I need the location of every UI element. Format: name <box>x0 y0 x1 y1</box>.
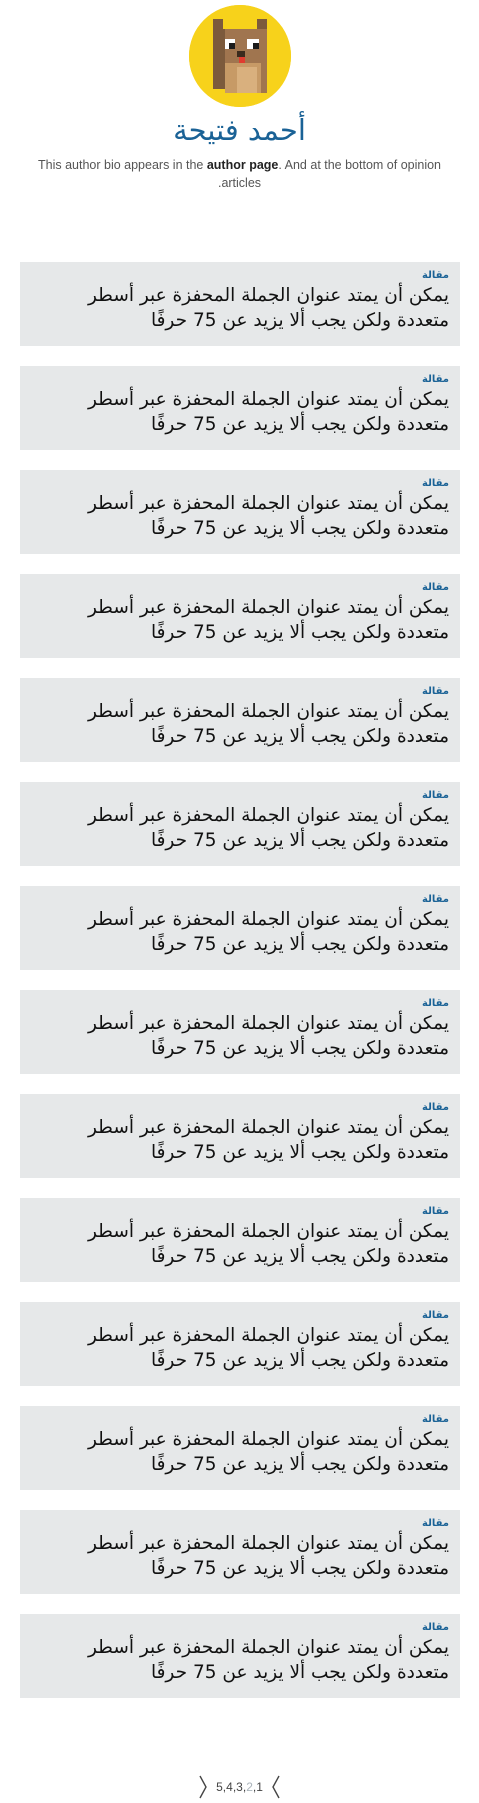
pagination: 5,4,3,2,1 <box>0 1772 479 1802</box>
article-title[interactable]: يمكن أن يمتد عنوان الجملة المحفزة عبر أس… <box>31 1115 449 1165</box>
article-card[interactable]: مقالة يمكن أن يمتد عنوان الجملة المحفزة … <box>20 678 460 762</box>
bio-text-prefix: This author bio appears in the <box>37 158 207 172</box>
article-title[interactable]: يمكن أن يمتد عنوان الجملة المحفزة عبر أس… <box>31 387 449 437</box>
article-title[interactable]: يمكن أن يمتد عنوان الجملة المحفزة عبر أس… <box>31 595 449 645</box>
article-card[interactable]: مقالة يمكن أن يمتد عنوان الجملة المحفزة … <box>20 1198 460 1282</box>
page-link[interactable]: 4 <box>226 1780 233 1794</box>
article-card[interactable]: مقالة يمكن أن يمتد عنوان الجملة المحفزة … <box>20 1302 460 1386</box>
article-list: مقالة يمكن أن يمتد عنوان الجملة المحفزة … <box>20 262 460 1718</box>
article-card[interactable]: مقالة يمكن أن يمتد عنوان الجملة المحفزة … <box>20 574 460 658</box>
chevron-left-icon <box>199 1775 207 1799</box>
page-link-current[interactable]: 2 <box>246 1780 253 1794</box>
article-kicker: مقالة <box>422 270 449 281</box>
article-title[interactable]: يمكن أن يمتد عنوان الجملة المحفزة عبر أس… <box>31 1531 449 1581</box>
article-kicker: مقالة <box>422 1310 449 1321</box>
article-card[interactable]: مقالة يمكن أن يمتد عنوان الجملة المحفزة … <box>20 782 460 866</box>
page-numbers: 5,4,3,2,1 <box>216 1780 263 1794</box>
article-kicker: مقالة <box>422 1102 449 1113</box>
article-title[interactable]: يمكن أن يمتد عنوان الجملة المحفزة عبر أس… <box>31 1635 449 1685</box>
article-kicker: مقالة <box>422 478 449 489</box>
article-kicker: مقالة <box>422 790 449 801</box>
article-kicker: مقالة <box>422 1206 449 1217</box>
page-link[interactable]: 1 <box>256 1780 263 1794</box>
author-name: أحمد فتيحة <box>173 113 306 147</box>
article-card[interactable]: مقالة يمكن أن يمتد عنوان الجملة المحفزة … <box>20 886 460 970</box>
article-kicker: مقالة <box>422 1518 449 1529</box>
page-link[interactable]: 3 <box>236 1780 243 1794</box>
article-card[interactable]: مقالة يمكن أن يمتد عنوان الجملة المحفزة … <box>20 1406 460 1490</box>
article-card[interactable]: مقالة يمكن أن يمتد عنوان الجملة المحفزة … <box>20 990 460 1074</box>
article-card[interactable]: مقالة يمكن أن يمتد عنوان الجملة المحفزة … <box>20 262 460 346</box>
article-kicker: مقالة <box>422 374 449 385</box>
pagination-prev-button[interactable] <box>271 1775 281 1799</box>
article-kicker: مقالة <box>422 686 449 697</box>
author-bio: This author bio appears in the author pa… <box>30 156 449 192</box>
article-title[interactable]: يمكن أن يمتد عنوان الجملة المحفزة عبر أس… <box>31 907 449 957</box>
article-title[interactable]: يمكن أن يمتد عنوان الجملة المحفزة عبر أس… <box>31 699 449 749</box>
article-title[interactable]: يمكن أن يمتد عنوان الجملة المحفزة عبر أس… <box>31 1011 449 1061</box>
article-title[interactable]: يمكن أن يمتد عنوان الجملة المحفزة عبر أس… <box>31 1427 449 1477</box>
article-kicker: مقالة <box>422 894 449 905</box>
pagination-next-button[interactable] <box>198 1775 208 1799</box>
article-title[interactable]: يمكن أن يمتد عنوان الجملة المحفزة عبر أس… <box>31 803 449 853</box>
chevron-right-icon <box>272 1775 280 1799</box>
article-card[interactable]: مقالة يمكن أن يمتد عنوان الجملة المحفزة … <box>20 1510 460 1594</box>
article-kicker: مقالة <box>422 998 449 1009</box>
bio-author-page-link: author page <box>206 158 279 172</box>
article-kicker: مقالة <box>422 1622 449 1633</box>
author-avatar <box>189 5 291 107</box>
article-kicker: مقالة <box>422 1414 449 1425</box>
article-title[interactable]: يمكن أن يمتد عنوان الجملة المحفزة عبر أس… <box>31 491 449 541</box>
article-title[interactable]: يمكن أن يمتد عنوان الجملة المحفزة عبر أس… <box>31 1323 449 1373</box>
article-card[interactable]: مقالة يمكن أن يمتد عنوان الجملة المحفزة … <box>20 1614 460 1698</box>
article-card[interactable]: مقالة يمكن أن يمتد عنوان الجملة المحفزة … <box>20 1094 460 1178</box>
article-kicker: مقالة <box>422 582 449 593</box>
article-title[interactable]: يمكن أن يمتد عنوان الجملة المحفزة عبر أس… <box>31 1219 449 1269</box>
article-card[interactable]: مقالة يمكن أن يمتد عنوان الجملة المحفزة … <box>20 366 460 450</box>
page-link[interactable]: 5 <box>216 1780 223 1794</box>
article-card[interactable]: مقالة يمكن أن يمتد عنوان الجملة المحفزة … <box>20 470 460 554</box>
pixel-cat-avatar-icon <box>189 5 291 107</box>
article-title[interactable]: يمكن أن يمتد عنوان الجملة المحفزة عبر أس… <box>31 283 449 333</box>
